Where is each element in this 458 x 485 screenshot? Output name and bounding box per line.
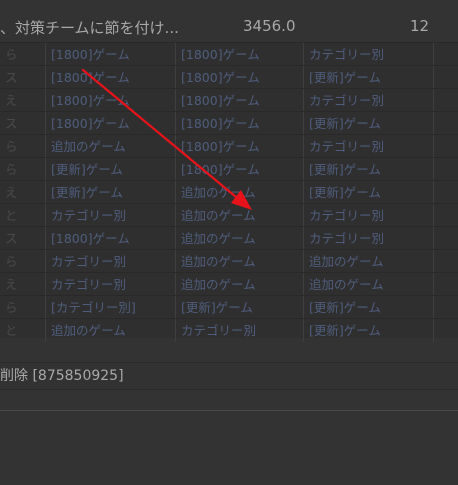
arrow-shaft [81, 68, 238, 199]
arrow-head [231, 190, 252, 210]
annotation-arrow-icon [81, 68, 252, 210]
